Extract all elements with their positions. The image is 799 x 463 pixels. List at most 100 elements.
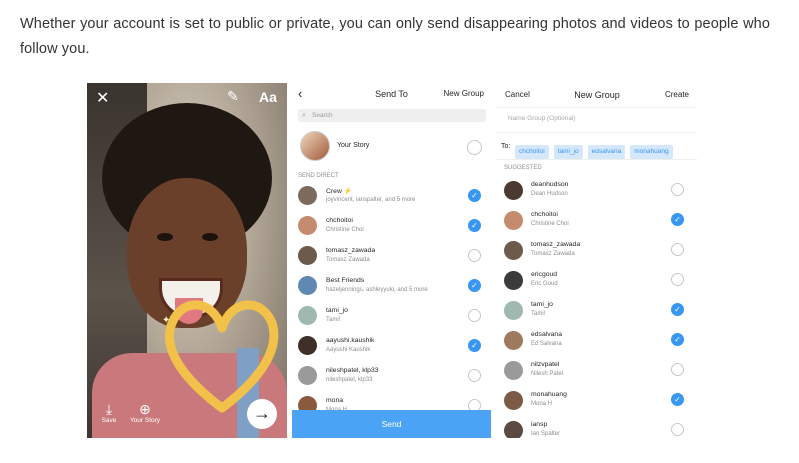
contact-subtitle: Eric Goud [531,281,558,287]
list-item[interactable]: chchoitoi Christine Choi ✓ [292,210,491,240]
contact-subtitle: Ed Salvana [531,341,562,347]
new-group-screen: Cancel New Group Create Name Group (Opti… [497,83,697,438]
divider [497,159,697,160]
avatar [504,391,523,410]
contact-name: tomasz_zawada [531,241,581,248]
contact-name: ericgoud [531,271,558,278]
send-direct-list: Crew ⚡ joyvincent, ianspalter, and 5 more… [292,180,491,420]
empty-checkbox[interactable] [468,249,481,262]
your-story-checkbox[interactable] [467,140,482,155]
list-item[interactable]: nileshpatel, klp33 nileshpatel, klp33 [292,360,491,390]
contact-name: deanhudson [531,181,569,188]
download-icon: ⤓ [105,401,113,417]
checkmark-icon[interactable]: ✓ [671,333,684,346]
empty-checkbox[interactable] [671,363,684,376]
avatar [504,421,523,438]
list-item[interactable]: nilzvpatel Nilesh Patel [497,357,697,387]
suggested-list: deanhudson Dean Hudson chchoitoi Christine … [497,177,697,438]
list-item[interactable]: Best Friends hazeljennings, ashleyyuki, a… [292,270,491,300]
next-button[interactable]: → [247,399,277,429]
contact-name: tami_jo [326,307,348,314]
avatar [300,131,330,161]
contact-subtitle: Dean Hudson [531,191,568,197]
empty-checkbox[interactable] [671,423,684,436]
to-label: To: [501,143,511,150]
list-item[interactable]: tomasz_zawada Tomasz Zawada [497,237,697,267]
contact-subtitle: Christine Choi [531,221,569,227]
empty-checkbox[interactable] [671,273,684,286]
checkmark-icon[interactable]: ✓ [671,213,684,226]
contact-subtitle: joyvincent, ianspalter, and 5 more [326,197,416,203]
list-item[interactable]: ericgoud Eric Goud [497,267,697,297]
send-to-header: ‹ Send To New Group [292,83,491,105]
save-label: Save [101,417,117,424]
send-button[interactable]: Send [292,410,491,438]
avatar [504,301,523,320]
recipient-chips: chchoitoi tami_jo edsalvana monahuang [515,140,697,159]
your-story-label: Your Story [129,417,161,424]
contact-subtitle: Tami! [531,311,546,317]
add-story-icon: ⊕ [139,401,151,417]
empty-checkbox[interactable] [671,183,684,196]
contact-name: nileshpatel, klp33 [326,367,379,374]
avatar [298,246,317,265]
contact-subtitle: Tomasz Zawada [326,257,370,263]
contact-subtitle: Ian Spalter [531,431,561,437]
list-item[interactable]: tami_jo Tami! [292,300,491,330]
empty-checkbox[interactable] [671,243,684,256]
list-item[interactable]: aayushi.kaushik Aayushi Kaushik ✓ [292,330,491,360]
search-input[interactable]: ⌕ Search [298,109,486,122]
list-item[interactable]: monahuang Mona H ✓ [497,387,697,417]
checkmark-icon[interactable]: ✓ [468,279,481,292]
contact-subtitle: Nilesh Patel [531,371,564,377]
contact-name: chchoitoi [326,217,353,224]
recipient-chip[interactable]: chchoitoi [515,145,549,159]
list-item[interactable]: chchoitoi Christine Choi ✓ [497,207,697,237]
list-item[interactable]: Crew ⚡ joyvincent, ianspalter, and 5 more… [292,180,491,210]
list-item[interactable]: tami_jo Tami! ✓ [497,297,697,327]
list-item[interactable]: iansp Ian Spalter [497,417,697,438]
new-group-button[interactable]: New Group [444,89,484,98]
contact-subtitle: Tami! [326,317,341,323]
send-direct-section-label: SEND DIRECT [298,173,339,179]
pen-icon[interactable]: ✎ [227,88,239,105]
your-story-button[interactable]: ⊕ Your Story [125,401,165,424]
recipient-chip[interactable]: monahuang [630,145,673,159]
contact-name: iansp [531,421,548,428]
photo-eye-right [202,233,218,241]
group-name-field[interactable]: Name Group (Optional) [508,115,576,122]
contact-name: Best Friends [326,277,365,284]
avatar [298,366,317,385]
avatar [504,271,523,290]
avatar [504,331,523,350]
recipient-chip[interactable]: edsalvana [587,145,626,159]
recipient-chip[interactable]: tami_jo [553,145,583,159]
sparkle-icon: ✦ [162,315,170,326]
avatar [298,276,317,295]
your-story-row[interactable]: Your Story [292,129,491,165]
checkmark-icon[interactable]: ✓ [468,339,481,352]
avatar [504,241,523,260]
close-icon[interactable]: ✕ [96,88,109,108]
contact-name: Crew ⚡ [326,188,353,195]
contact-name: edsalvana [531,331,562,338]
list-item[interactable]: deanhudson Dean Hudson [497,177,697,207]
save-button[interactable]: ⤓ Save [89,401,129,424]
contact-name: tomasz_zawada [326,247,376,254]
search-placeholder: Search [312,112,333,119]
checkmark-icon[interactable]: ✓ [468,189,481,202]
checkmark-icon[interactable]: ✓ [671,393,684,406]
checkmark-icon[interactable]: ✓ [671,303,684,316]
camera-top-bar: ✕ ✎ Aa [87,83,287,113]
list-item[interactable]: edsalvana Ed Salvana ✓ [497,327,697,357]
your-story-name: Your Story [337,142,370,149]
empty-checkbox[interactable] [468,309,481,322]
checkmark-icon[interactable]: ✓ [468,219,481,232]
text-tool-button[interactable]: Aa [259,89,277,105]
list-item[interactable]: tomasz_zawada Tomasz Zawada [292,240,491,270]
create-button[interactable]: Create [665,90,689,99]
empty-checkbox[interactable] [468,369,481,382]
contact-name: nilzvpatel [531,361,560,368]
avatar [298,216,317,235]
contact-subtitle: Christine Choi [326,227,364,233]
